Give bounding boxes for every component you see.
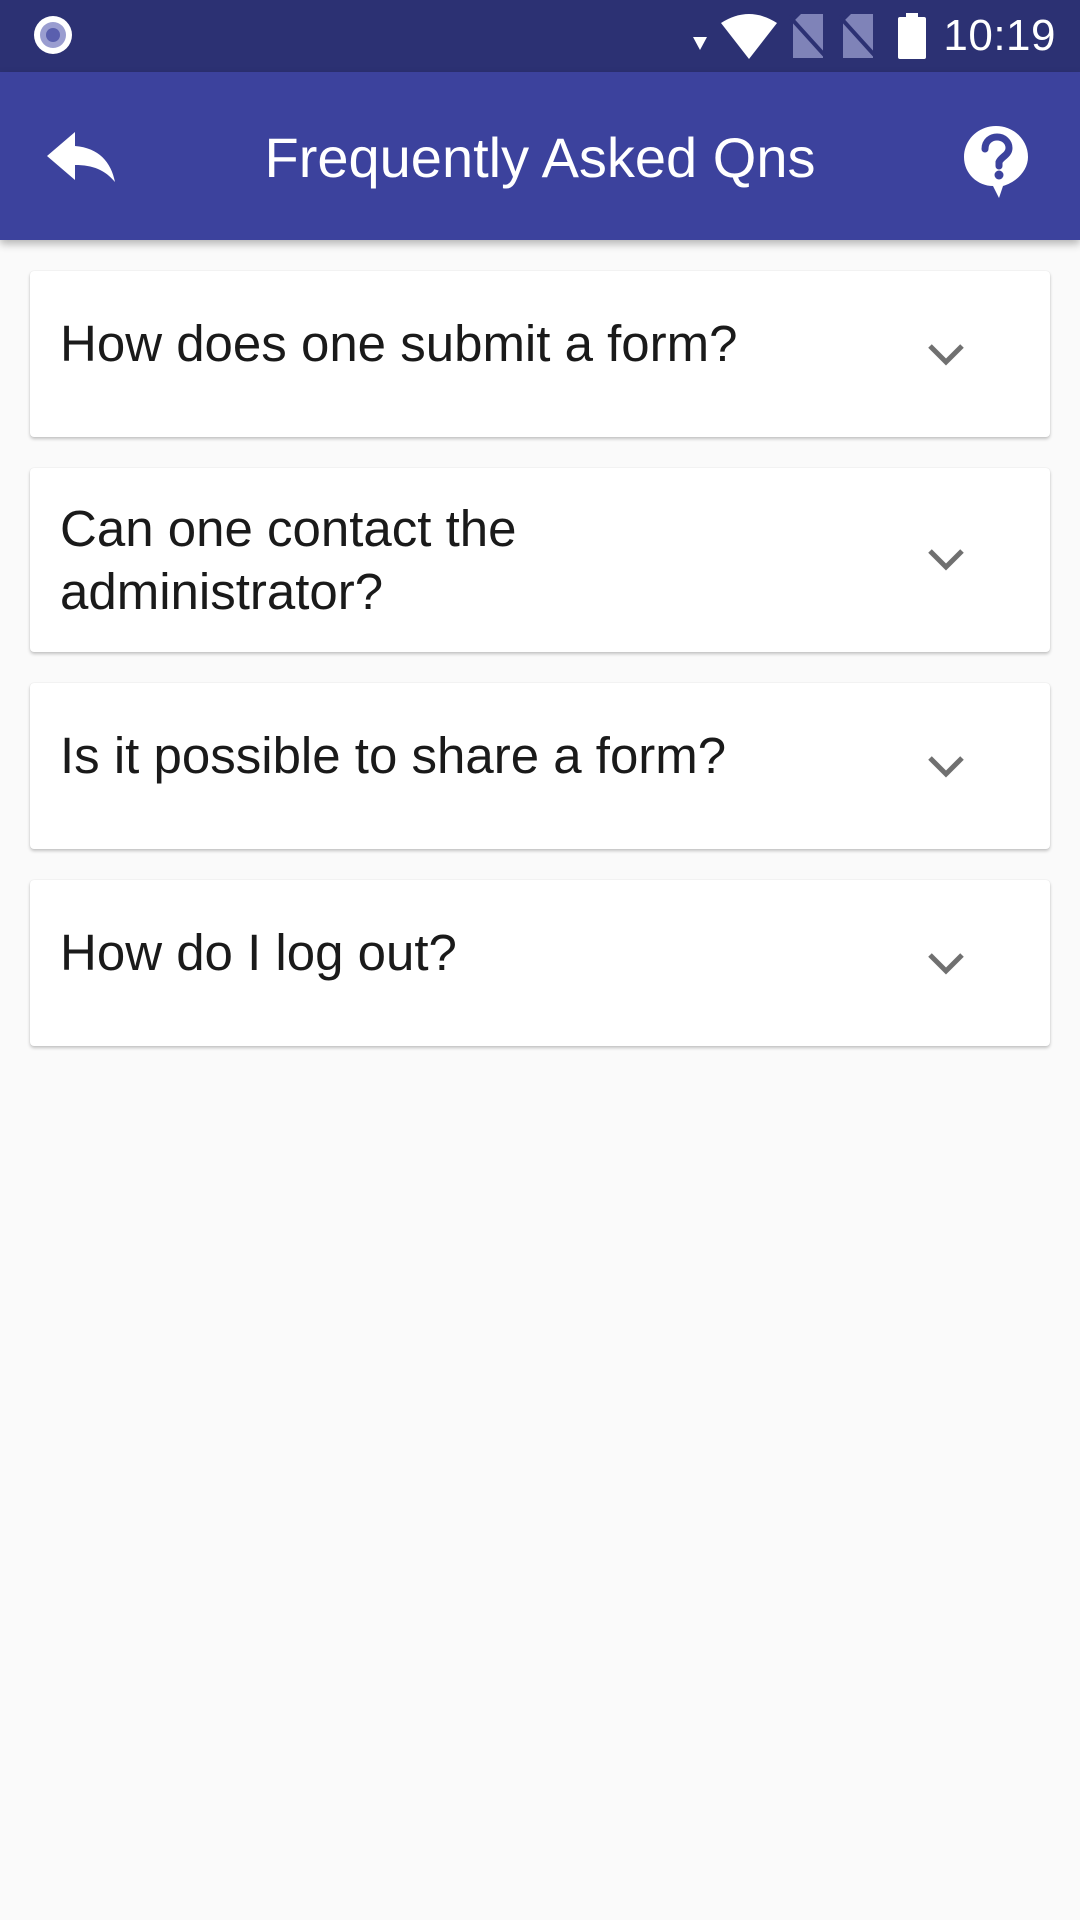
faq-question: Can one contact the administrator? (60, 500, 517, 620)
status-bar: 10:19 (0, 0, 1080, 72)
faq-question: Is it possible to share a form? (60, 727, 727, 784)
faq-question: How does one submit a form? (60, 315, 738, 372)
faq-item-share-form[interactable]: Is it possible to share a form? (30, 683, 1050, 849)
chevron-down-icon[interactable] (924, 333, 968, 377)
chevron-down-icon[interactable] (924, 538, 968, 582)
app-bar: Frequently Asked Qns (0, 72, 1080, 240)
clock: 10:19 (943, 11, 1056, 60)
faq-item-submit-form[interactable]: How does one submit a form? (30, 271, 1050, 437)
wifi-icon (721, 14, 778, 59)
reply-arrow-icon (47, 132, 115, 182)
faq-question: How do I log out? (60, 924, 457, 981)
help-bubble-icon (964, 126, 1028, 198)
faq-list: How does one submit a form? Can one cont… (30, 271, 1050, 1077)
chevron-down-icon[interactable] (924, 942, 968, 986)
no-sim-icon (839, 14, 878, 58)
faq-item-contact-administrator[interactable]: Can one contact the administrator? (30, 468, 1050, 652)
help-button[interactable] (946, 112, 1046, 212)
battery-icon (898, 13, 927, 59)
faq-item-log-out[interactable]: How do I log out? (30, 880, 1050, 1046)
back-button[interactable] (36, 116, 126, 196)
record-icon (34, 16, 72, 54)
no-sim-icon (789, 14, 828, 58)
data-arrow-icon (693, 37, 708, 50)
chevron-down-icon[interactable] (924, 745, 968, 789)
status-icons: 10:19 (691, 0, 1056, 72)
page-title: Frequently Asked Qns (264, 126, 816, 189)
